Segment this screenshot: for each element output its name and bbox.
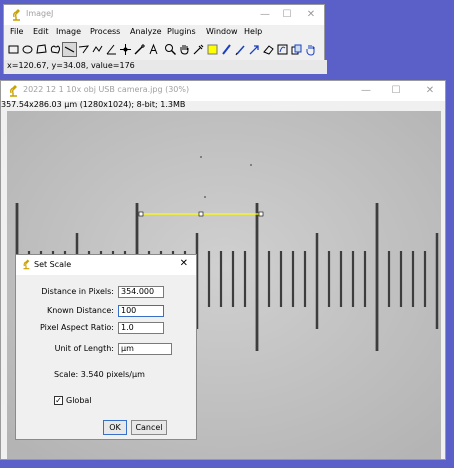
dust-speck (250, 164, 252, 166)
imagej-microscope-icon (23, 259, 30, 270)
dropper-tool-icon[interactable] (191, 42, 206, 57)
rectangle-tool-icon[interactable] (6, 42, 21, 57)
image-maximize-button[interactable]: ☐ (385, 83, 407, 98)
image-close-button[interactable]: ✕ (419, 83, 441, 98)
distance-in-pixels-input[interactable] (118, 286, 164, 298)
eraser-tool-icon[interactable] (261, 42, 276, 57)
image-info: 357.54x286.03 µm (1280x1024); 8-bit; 1.3… (1, 100, 186, 109)
image-title: 2022 12 1 10x obj USB camera.jpg (30%) (23, 85, 190, 94)
magnifying-glass-icon[interactable] (163, 42, 178, 57)
imagej-microscope-icon (13, 9, 20, 21)
angle-tool-icon[interactable] (104, 42, 119, 57)
wand-tool-icon[interactable] (132, 42, 147, 57)
oval-tool-icon[interactable] (20, 42, 35, 57)
point-tool-icon[interactable] (118, 42, 133, 57)
menu-analyze[interactable]: Analyze (130, 27, 162, 36)
aspect-ratio-label: Pixel Aspect Ratio: (40, 323, 114, 332)
selection-handle-left[interactable] (138, 211, 144, 217)
menu-plugins[interactable]: Plugins (167, 27, 196, 36)
color-swatch-icon[interactable] (205, 42, 220, 57)
menu-help[interactable]: Help (244, 27, 262, 36)
main-titlebar[interactable]: ImageJ — ☐ ✕ (4, 5, 324, 25)
lut-tool-icon[interactable] (275, 42, 290, 57)
menu-image[interactable]: Image (56, 27, 81, 36)
known-distance-label: Known Distance: (46, 306, 114, 315)
selection-handle-right[interactable] (258, 211, 264, 217)
brush-tool-icon[interactable] (219, 42, 234, 57)
menubar: File Edit Image Process Analyze Plugins … (4, 26, 324, 39)
unit-of-length-input[interactable] (118, 343, 172, 355)
freehand-line-tool-icon[interactable] (90, 42, 105, 57)
dialog-close-button[interactable]: ✕ (180, 258, 188, 269)
pixel-aspect-ratio-input[interactable] (118, 322, 164, 334)
image-minimize-button[interactable]: — (355, 83, 377, 98)
polygon-tool-icon[interactable] (34, 42, 49, 57)
maximize-button[interactable]: ☐ (276, 7, 298, 22)
hand-grab-icon[interactable] (303, 42, 318, 57)
segmented-line-tool-icon[interactable] (76, 42, 91, 57)
unit-of-length-label: Unit of Length: (54, 344, 114, 353)
status-bar: x=120.67, y=34.08, value=176 (4, 60, 327, 74)
pencil-tool-icon[interactable] (233, 42, 248, 57)
straight-line-tool-icon[interactable] (62, 42, 77, 57)
menu-process[interactable]: Process (90, 27, 120, 36)
minimize-button[interactable]: — (254, 7, 276, 22)
known-distance-input[interactable] (118, 305, 164, 317)
selection-handle-middle[interactable] (198, 211, 204, 217)
toolbar (6, 42, 322, 58)
set-scale-dialog: Set Scale ✕ Distance in Pixels: Known Di… (15, 254, 197, 440)
image-titlebar[interactable]: 2022 12 1 10x obj USB camera.jpg (30%) —… (1, 81, 445, 101)
cancel-button[interactable]: Cancel (131, 420, 167, 435)
dialog-titlebar[interactable]: Set Scale ✕ (16, 255, 196, 275)
scale-readout: Scale: 3.540 pixels/µm (54, 370, 145, 379)
global-label: Global (66, 396, 92, 405)
menu-file[interactable]: File (10, 27, 23, 36)
imagej-microscope-icon (10, 85, 17, 97)
distance-label: Distance in Pixels: (41, 287, 114, 296)
text-tool-icon[interactable] (146, 42, 161, 57)
main-title: ImageJ (26, 9, 54, 18)
dust-speck (204, 196, 206, 198)
dialog-title: Set Scale (34, 260, 72, 269)
close-button[interactable]: ✕ (300, 7, 322, 22)
dust-speck (200, 156, 202, 158)
menu-edit[interactable]: Edit (33, 27, 49, 36)
hand-scroll-icon[interactable] (177, 42, 192, 57)
menu-window[interactable]: Window (206, 27, 238, 36)
imagej-main-window: ImageJ — ☐ ✕ File Edit Image Process Ana… (3, 4, 327, 74)
arrow-tool-icon[interactable] (247, 42, 262, 57)
stack-tool-icon[interactable] (289, 42, 304, 57)
ok-button[interactable]: OK (103, 420, 127, 435)
freehand-tool-icon[interactable] (48, 42, 63, 57)
global-checkbox[interactable]: ✓ (54, 396, 63, 405)
